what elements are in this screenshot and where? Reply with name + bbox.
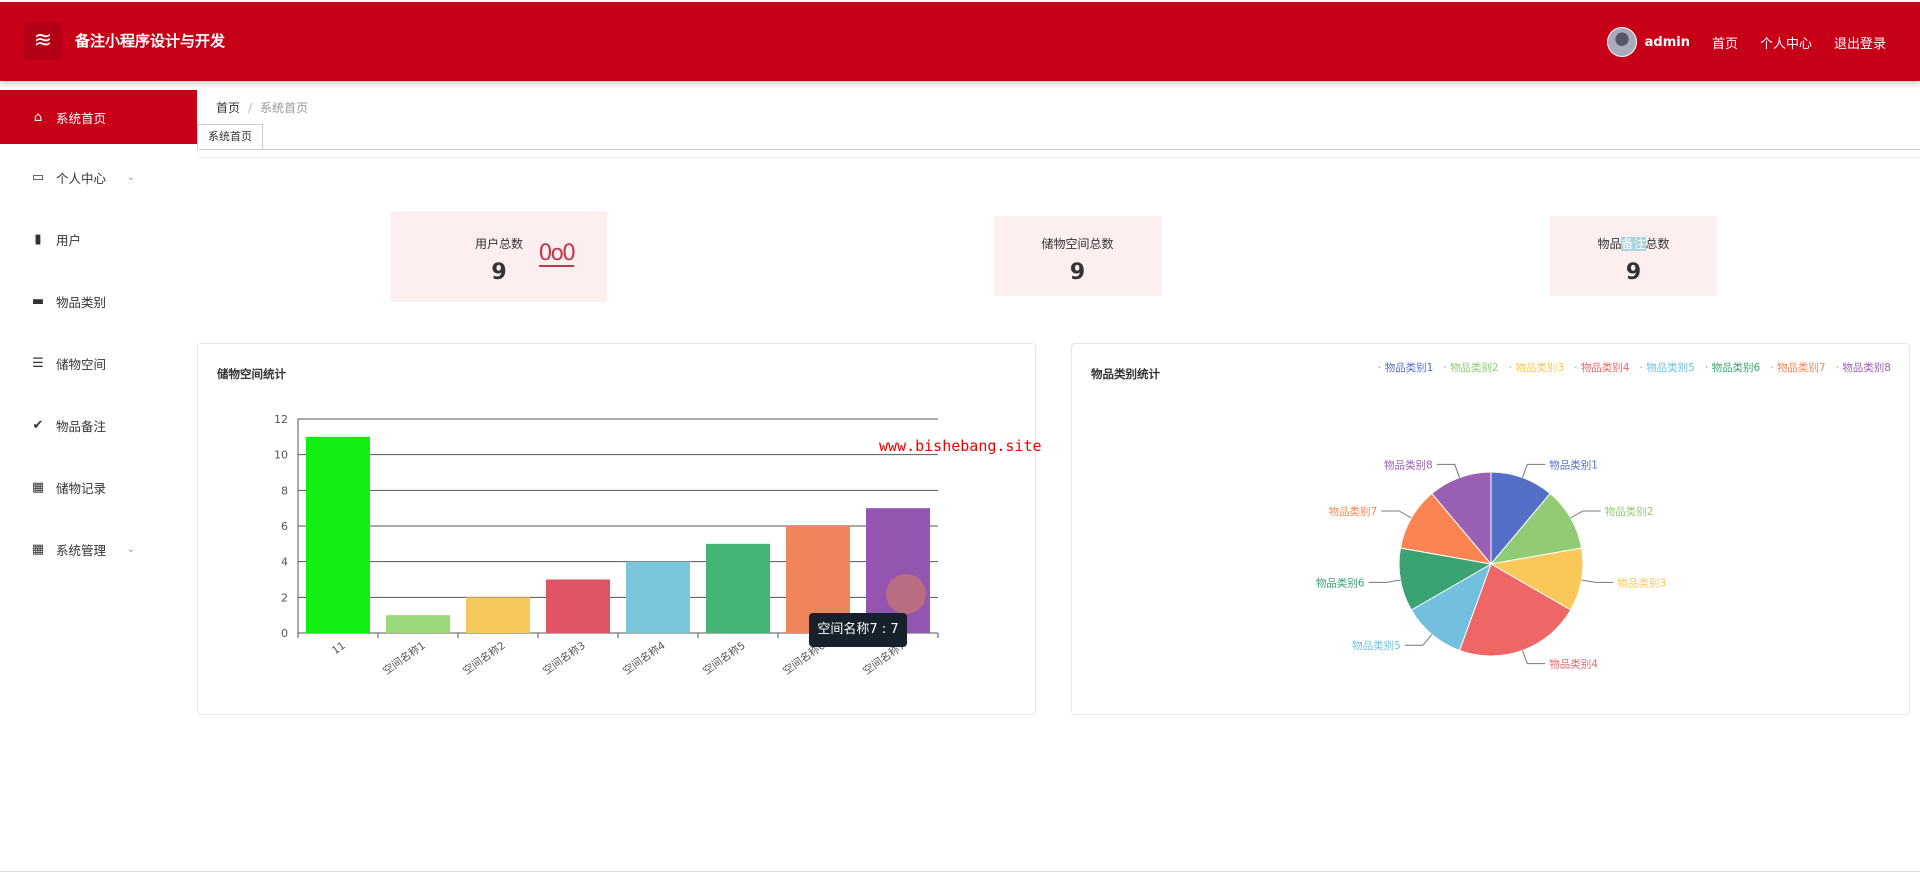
- bar: [386, 615, 450, 633]
- bar: [546, 579, 610, 633]
- monitor-icon: ▬: [31, 293, 45, 309]
- bar: [466, 597, 530, 633]
- pie-label-line: [1521, 650, 1546, 665]
- sidebar-item[interactable]: ▦ 系统管理 ⌄: [0, 522, 197, 576]
- x-tick-label: 空间名称3: [540, 639, 587, 678]
- pie-label-line: [1436, 463, 1461, 478]
- pie-label-line: [1381, 510, 1412, 519]
- pie-label-line: [1581, 579, 1614, 583]
- book-icon: ▮: [34, 231, 42, 247]
- sidebar-item-label: 用户: [56, 232, 82, 248]
- pie-label-line: [1521, 463, 1546, 478]
- sidebar-item-label: 系统首页: [56, 110, 107, 126]
- bar: [706, 543, 770, 633]
- pie-label: 物品类别2: [1605, 505, 1654, 518]
- grid-icon: ▦: [31, 541, 45, 557]
- pie-label-line: [1570, 510, 1601, 519]
- stat-label: 储物空间总数: [1041, 237, 1114, 251]
- stat-label: 物品备注总数: [1597, 237, 1670, 251]
- bottom-divider: [0, 871, 1920, 872]
- x-tick-label: 空间名称1: [380, 639, 427, 678]
- sidebar: ⌂ 系统首页 ▭ 个人中心 ⌄ ▮ 用户 ▬ 物品类别 ☰ 储物空间 ✔ 物品备注 ▦ 储物记录 ▦ 系统管理 ⌄: [0, 90, 197, 584]
- sidebar-item-label: 个人中心: [56, 170, 107, 186]
- breadcrumb-current: 系统首页: [260, 101, 309, 115]
- x-tick-label: 空间名称2: [460, 639, 507, 678]
- tab-divider: [197, 149, 1920, 150]
- stat-value: 9: [491, 260, 507, 285]
- x-tick-label: 空间名称4: [620, 639, 668, 678]
- app-title: 备注小程序设计与开发: [75, 32, 226, 50]
- sidebar-item[interactable]: ▭ 个人中心 ⌄: [0, 150, 197, 204]
- breadcrumb-home[interactable]: 首页: [216, 101, 240, 115]
- y-tick-label: 8: [281, 484, 288, 497]
- sidebar-item[interactable]: ⌂ 系统首页: [0, 90, 197, 144]
- stat-card-spaces: 储物空间总数 9: [994, 216, 1161, 296]
- x-tick-label: 11: [330, 640, 348, 658]
- stat-value: 9: [1069, 260, 1086, 285]
- y-tick-label: 0: [281, 627, 288, 640]
- sidebar-item[interactable]: ▮ 用户: [0, 212, 197, 266]
- stat-label: 用户总数: [474, 237, 523, 251]
- pie-label: 物品类别8: [1384, 458, 1433, 471]
- avatar[interactable]: [1606, 27, 1637, 57]
- pie-label: 物品类别5: [1352, 639, 1401, 652]
- pie-label: 物品类别4: [1549, 658, 1598, 671]
- sidebar-item-label: 储物空间: [56, 356, 107, 372]
- pie-chart-panel: 物品类别统计 物品类别1物品类别2物品类别3物品类别4物品类别5物品类别6物品类…: [1071, 343, 1910, 715]
- bar: [626, 561, 690, 633]
- bar: [306, 436, 370, 633]
- y-tick-label: 10: [274, 449, 288, 462]
- y-tick-label: 2: [281, 591, 288, 604]
- sliders-icon: ☰: [32, 355, 44, 371]
- sidebar-item[interactable]: ☰ 储物空间: [0, 336, 197, 390]
- sidebar-item[interactable]: ▬ 物品类别: [0, 274, 197, 328]
- sidebar-item-label: 物品备注: [56, 418, 107, 434]
- sidebar-item-label: 物品类别: [56, 294, 107, 310]
- y-tick-label: 12: [274, 413, 288, 426]
- logout-link[interactable]: 退出登录: [1834, 33, 1886, 52]
- chart-tooltip: 空间名称7 : 7: [809, 613, 907, 647]
- pie-label-line: [1368, 579, 1401, 583]
- pie-label: 物品类别7: [1329, 505, 1378, 518]
- pie-label: 物品类别1: [1549, 458, 1598, 471]
- home-icon: ⌂: [33, 109, 43, 125]
- sidebar-item[interactable]: ▦ 储物记录: [0, 460, 197, 514]
- sidebar-item-label: 储物记录: [56, 480, 107, 496]
- pie-label: 物品类别3: [1617, 576, 1666, 589]
- sidebar-item[interactable]: ✔ 物品备注: [0, 398, 197, 452]
- tab-system-home[interactable]: 系统首页: [197, 124, 263, 149]
- chevron-down-icon[interactable]: ⌄: [127, 544, 135, 555]
- bar-chart-icon: 0o0: [538, 241, 576, 267]
- cursor-highlight: [886, 574, 926, 614]
- breadcrumb: 首页 / 系统首页: [216, 101, 309, 115]
- watermark: www.bishebang.site: [879, 437, 1042, 455]
- pie-label: 物品类别6: [1316, 576, 1365, 589]
- stat-card-notes: 物品备注总数 9: [1550, 216, 1717, 296]
- card-icon: ▭: [31, 169, 45, 185]
- username: admin: [1644, 34, 1690, 50]
- x-tick-label: 空间名称5: [700, 639, 747, 678]
- stat-value: 9: [1625, 260, 1642, 285]
- pie-chart: 物品类别1 物品类别2 物品类别3 物品类别4 物品类别5 物品类别6 物品类别7 物品类别8: [1316, 458, 1666, 671]
- app-logo-icon: ≋: [24, 22, 62, 60]
- bar-chart: 0 2 4 6 8 10 12 11 空间名称1 空间名称2 空间名称3 空间名称4 空间名称5 空间名称…: [274, 413, 939, 678]
- top-header: ≋ 备注小程序设计与开发 admin 首页 个人中心 退出登录: [0, 2, 1920, 81]
- pie-label-line: [1404, 634, 1433, 646]
- stat-card-users: 用户总数 9 0o0: [391, 211, 607, 302]
- clipboard-check-icon: ✔: [32, 417, 44, 433]
- sidebar-item-label: 系统管理: [56, 542, 107, 558]
- bar-chart-panel: 储物空间统计 0 2 4 6 8 10 12 11 空间名称1 空间名称2 空间名称3 空间名称4 空间…: [197, 343, 1036, 715]
- nav-profile-link[interactable]: 个人中心: [1760, 33, 1812, 52]
- divider: [197, 157, 1920, 158]
- nav-home-link[interactable]: 首页: [1712, 33, 1738, 52]
- y-tick-label: 4: [281, 556, 288, 569]
- chevron-down-icon[interactable]: ⌄: [127, 172, 135, 183]
- grid-icon: ▦: [31, 479, 45, 495]
- y-tick-label: 6: [281, 520, 288, 533]
